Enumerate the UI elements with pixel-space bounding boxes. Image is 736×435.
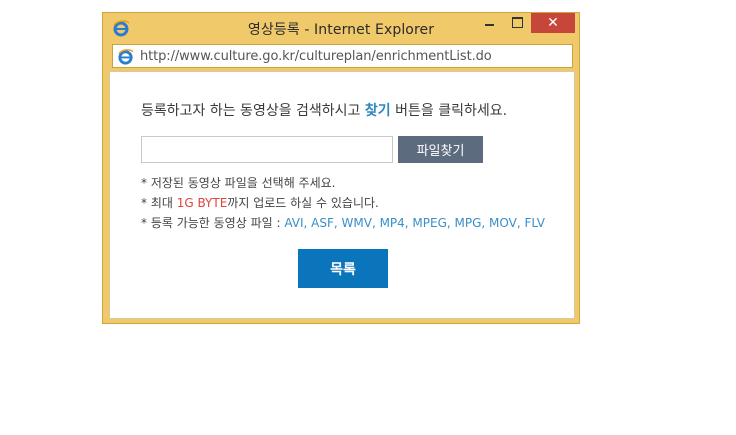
maximize-icon[interactable]	[512, 17, 523, 28]
instruction-prefix: 등록하고자 하는 동영상을 검색하시고	[141, 103, 365, 119]
note-max-size-suffix: 까지 업로드 하실 수 있습니다.	[227, 196, 379, 210]
note-formats-prefix: * 등록 가능한 동영상 파일 :	[141, 216, 285, 230]
close-icon[interactable]: ✕	[531, 13, 575, 33]
note-formats: * 등록 가능한 동영상 파일 : AVI, ASF, WMV, MP4, MP…	[141, 213, 545, 233]
instruction-highlight: 찾기	[364, 103, 391, 119]
minimize-icon[interactable]	[483, 16, 497, 30]
ie-page-icon	[117, 48, 134, 65]
upload-notes: * 저장된 동영상 파일을 선택해 주세요. * 최대 1G BYTE까지 업로…	[141, 173, 545, 233]
browser-popup-window: 영상등록 - Internet Explorer ✕ http://www.cu…	[102, 12, 580, 324]
instruction-text: 등록하고자 하는 동영상을 검색하시고 찾기 버튼을 클릭하세요.	[141, 100, 507, 120]
title-bar[interactable]: 영상등록 - Internet Explorer ✕	[103, 13, 579, 43]
window-title: 영상등록 - Internet Explorer	[247, 22, 435, 38]
note-max-size-value: 1G BYTE	[176, 196, 228, 210]
url-text: http://www.culture.go.kr/cultureplan/enr…	[140, 49, 492, 64]
list-button[interactable]: 목록	[298, 249, 388, 288]
find-file-button[interactable]: 파일찾기	[398, 136, 483, 163]
file-path-input[interactable]	[141, 136, 393, 163]
instruction-suffix: 버튼을 클릭하세요.	[390, 103, 508, 119]
note-max-size: * 최대 1G BYTE까지 업로드 하실 수 있습니다.	[141, 193, 545, 213]
note-formats-list: AVI, ASF, WMV, MP4, MPEG, MPG, MOV, FLV	[284, 216, 545, 230]
popup-content: 등록하고자 하는 동영상을 검색하시고 찾기 버튼을 클릭하세요. 파일찾기 *…	[109, 71, 575, 319]
note-select-file: * 저장된 동영상 파일을 선택해 주세요.	[141, 176, 336, 190]
address-bar[interactable]: http://www.culture.go.kr/cultureplan/enr…	[112, 44, 573, 68]
note-max-size-prefix: * 최대	[141, 196, 177, 210]
